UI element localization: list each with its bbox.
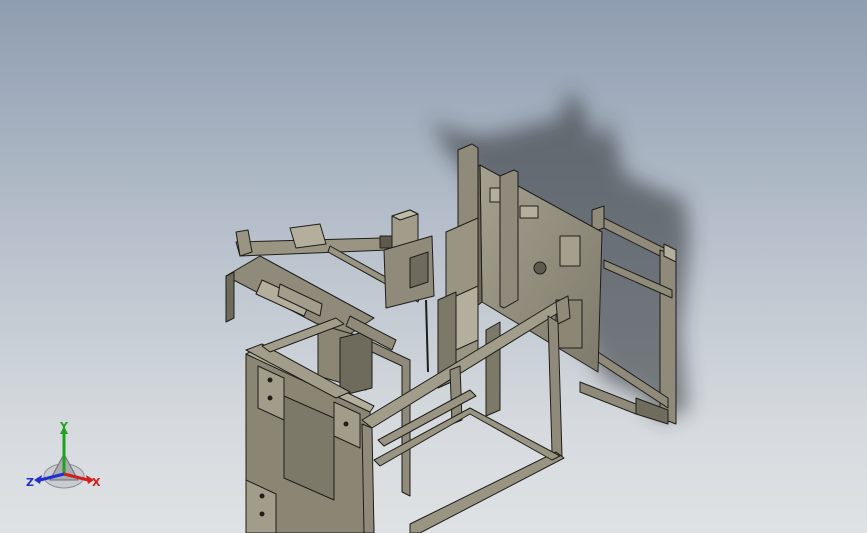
x-axis-label: X bbox=[92, 476, 101, 489]
orientation-triad[interactable]: Y X Z bbox=[26, 420, 101, 489]
z-axis-head bbox=[34, 475, 42, 484]
cad-3d-viewport[interactable]: Y X Z bbox=[0, 0, 867, 533]
y-axis-label: Y bbox=[59, 420, 69, 433]
z-axis-label: Z bbox=[26, 476, 34, 489]
